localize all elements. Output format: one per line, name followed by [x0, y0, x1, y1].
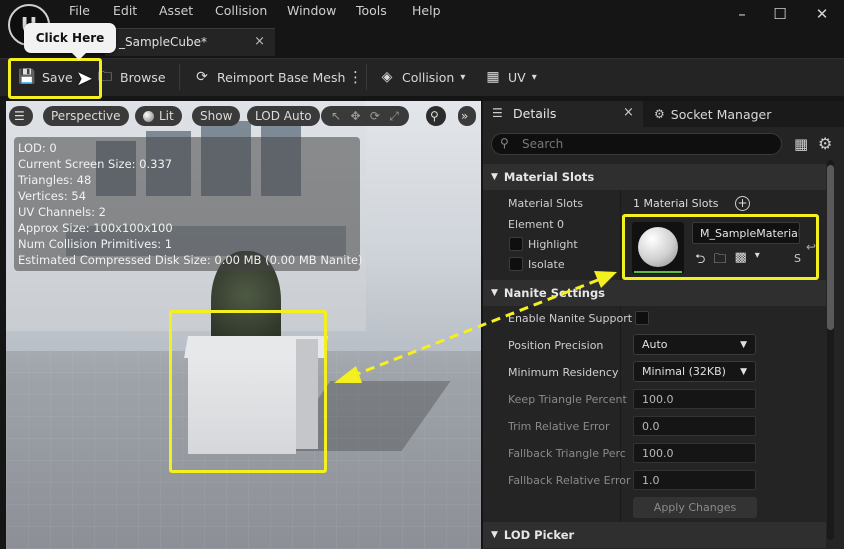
click-here-tooltip: Click Here: [24, 23, 116, 60]
annotation-arrow: [334, 271, 617, 383]
arrow-head-left: [334, 366, 362, 383]
mouse-cursor-icon: ➤: [76, 66, 93, 90]
dashed-arrow-line: [351, 278, 599, 378]
